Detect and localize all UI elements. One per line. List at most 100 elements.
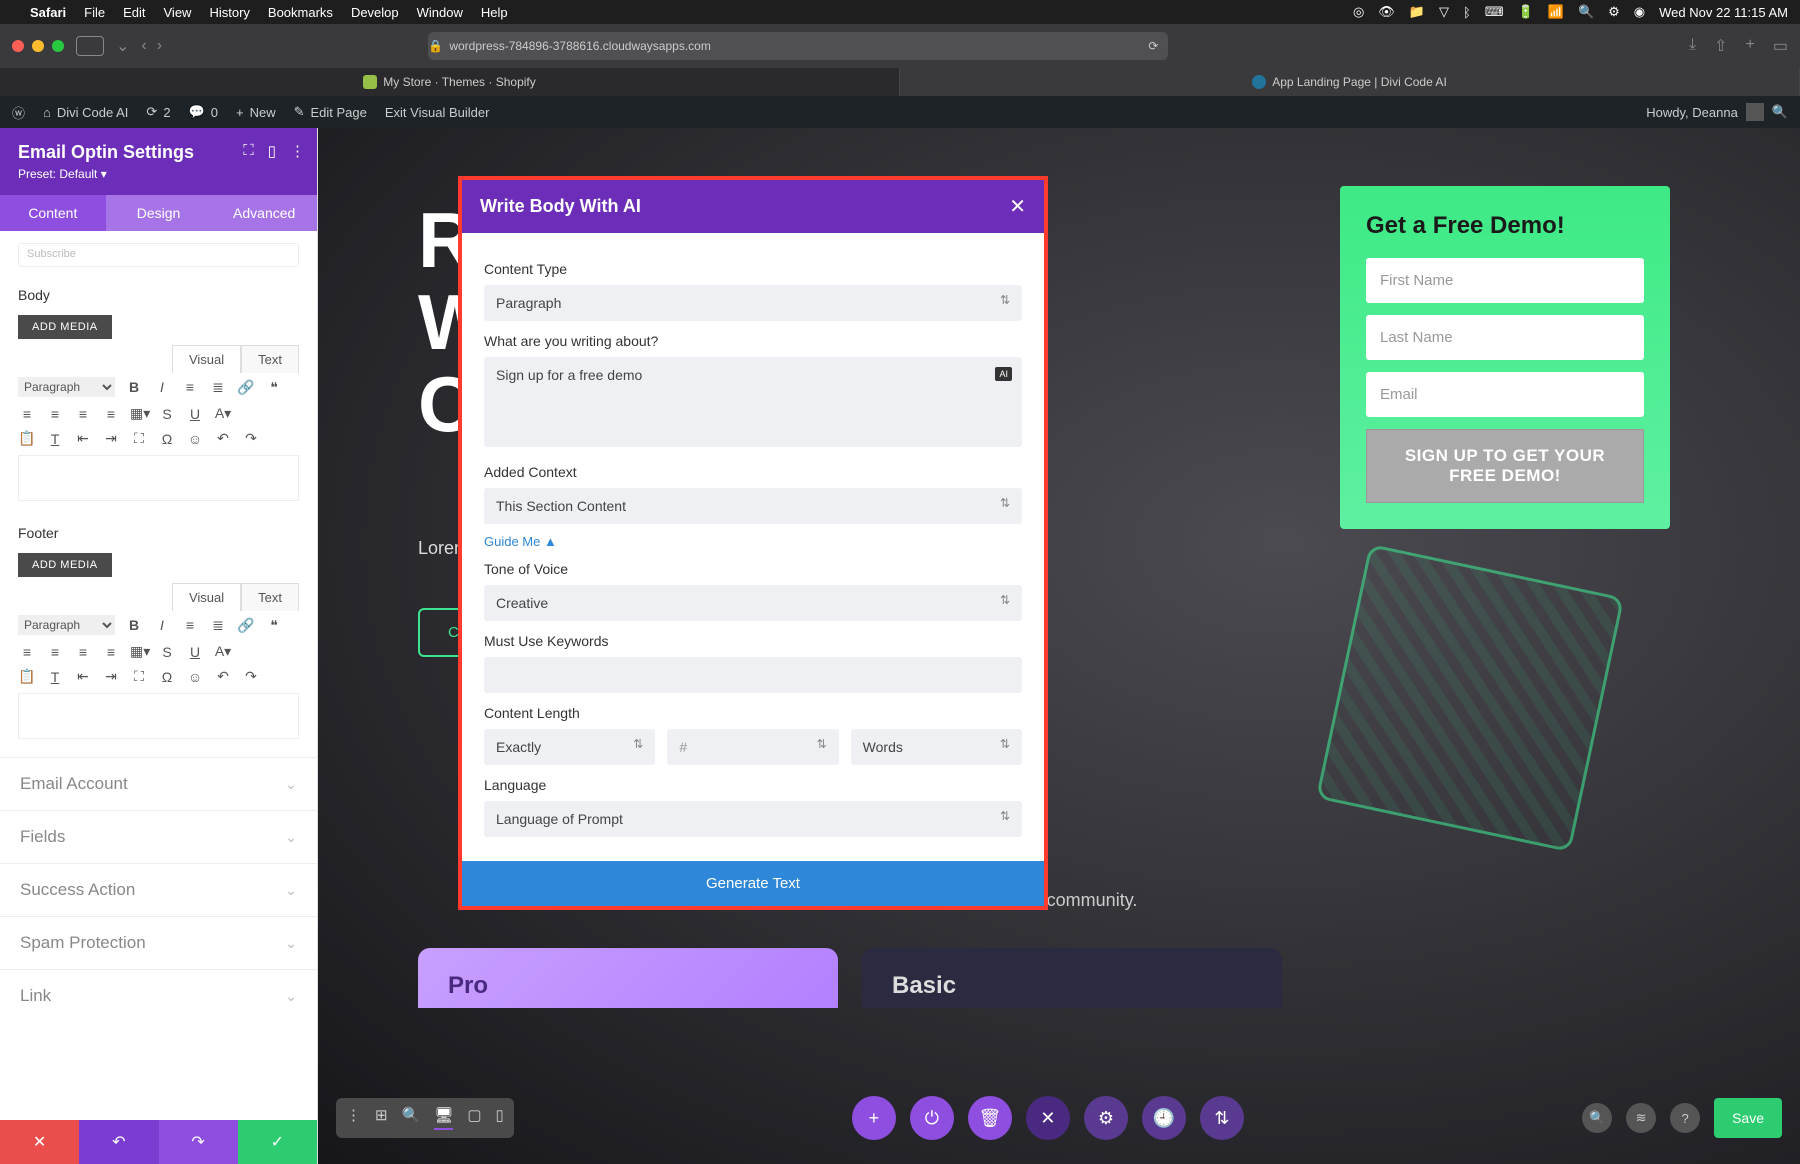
back-button[interactable]: ‹	[141, 37, 146, 55]
accordion-spam-protection[interactable]: Spam Protection⌄	[0, 916, 317, 969]
ai-badge-icon[interactable]: AI	[995, 367, 1012, 381]
link-icon[interactable]: 🔗	[237, 379, 255, 396]
table-icon[interactable]: ▦▾	[130, 405, 148, 422]
battery-icon[interactable]: 🔋	[1518, 4, 1534, 20]
reload-icon[interactable]: ⟳	[1148, 39, 1158, 53]
accordion-fields[interactable]: Fields⌄	[0, 810, 317, 863]
align-justify-icon[interactable]: ≡	[102, 644, 120, 660]
guide-me-toggle[interactable]: Guide Me ▲	[484, 534, 1022, 549]
chevron-down-icon[interactable]: ⌄	[116, 36, 129, 56]
menu-icon[interactable]: ⋮	[346, 1106, 361, 1130]
omega-icon[interactable]: Ω	[158, 431, 176, 447]
context-select[interactable]: This Section Content	[484, 488, 1022, 524]
length-mode-select[interactable]: Exactly	[484, 729, 655, 765]
menu-bookmarks[interactable]: Bookmarks	[268, 5, 333, 20]
download-icon[interactable]: ⤓	[1689, 36, 1696, 56]
table-icon[interactable]: ▦▾	[130, 643, 148, 660]
sidebar-toggle-icon[interactable]	[76, 36, 104, 56]
signup-button[interactable]: SIGN UP TO GET YOUR FREE DEMO!	[1366, 429, 1644, 503]
align-right-icon[interactable]: ≡	[74, 406, 92, 422]
align-center-icon[interactable]: ≡	[46, 644, 64, 660]
text-color-icon[interactable]: A▾	[214, 405, 232, 422]
underline-icon[interactable]: U	[186, 644, 204, 660]
status-icon[interactable]: ◎	[1353, 4, 1364, 20]
tabs-icon[interactable]: ▭	[1773, 36, 1788, 56]
menu-file[interactable]: File	[84, 5, 105, 20]
align-left-icon[interactable]: ≡	[18, 406, 36, 422]
power-button[interactable]: ⏻	[910, 1096, 954, 1140]
menu-history[interactable]: History	[209, 5, 249, 20]
minimize-window-icon[interactable]	[32, 40, 44, 52]
ol-icon[interactable]: ≣	[209, 379, 227, 396]
ul-icon[interactable]: ≡	[181, 379, 199, 395]
add-media-button[interactable]: ADD MEDIA	[18, 315, 112, 339]
confirm-button[interactable]: ✓	[238, 1120, 317, 1164]
italic-icon[interactable]: I	[153, 379, 171, 395]
about-textarea[interactable]	[484, 357, 1022, 447]
comments-count[interactable]: 💬 0	[189, 104, 218, 120]
paragraph-select[interactable]: Paragraph	[18, 377, 115, 397]
length-number-input[interactable]	[667, 729, 838, 765]
settings-gear-button[interactable]: ⚙	[1084, 1096, 1128, 1140]
accordion-success-action[interactable]: Success Action⌄	[0, 863, 317, 916]
menu-help[interactable]: Help	[481, 5, 508, 20]
ol-icon[interactable]: ≣	[209, 617, 227, 634]
folder-icon[interactable]: 📁	[1409, 4, 1425, 20]
subscribe-field[interactable]: Subscribe	[18, 243, 299, 267]
close-icon[interactable]: ✕	[1009, 194, 1026, 219]
fullscreen-icon[interactable]: ⛶	[130, 668, 148, 685]
emoji-icon[interactable]: ☺	[186, 669, 204, 685]
editor-text-tab[interactable]: Text	[241, 583, 299, 611]
paste-icon[interactable]: 📋	[18, 668, 36, 685]
link-icon[interactable]: 🔗	[237, 617, 255, 634]
delete-button[interactable]: 🗑	[968, 1096, 1012, 1140]
strike-icon[interactable]: S	[158, 406, 176, 422]
quote-icon[interactable]: ❝	[265, 617, 283, 634]
siri-icon[interactable]: ◉	[1634, 4, 1645, 20]
expand-icon[interactable]: ⛶	[243, 142, 254, 160]
omega-icon[interactable]: Ω	[158, 669, 176, 685]
tab-content[interactable]: Content	[0, 195, 106, 231]
fullscreen-window-icon[interactable]	[52, 40, 64, 52]
control-center-icon[interactable]: ⚙	[1608, 4, 1620, 20]
spotlight-icon[interactable]: 🔍	[1578, 4, 1594, 20]
emoji-icon[interactable]: ☺	[186, 431, 204, 447]
align-left-icon[interactable]: ≡	[18, 644, 36, 660]
status-icon[interactable]: 👁	[1378, 4, 1395, 20]
airdrop-icon[interactable]: ▽	[1439, 4, 1449, 20]
exit-builder-link[interactable]: Exit Visual Builder	[385, 105, 490, 120]
wireframe-icon[interactable]: ⊞	[375, 1106, 388, 1130]
basic-plan-card[interactable]: Basic	[862, 948, 1282, 1008]
generate-text-button[interactable]: Generate Text	[462, 861, 1044, 906]
zoom-icon[interactable]: 🔍	[402, 1106, 421, 1130]
last-name-input[interactable]	[1366, 315, 1644, 360]
tone-select[interactable]: Creative	[484, 585, 1022, 621]
mobile-view-icon[interactable]: ▯	[496, 1106, 504, 1130]
indent-icon[interactable]: ⇥	[102, 430, 120, 447]
language-select[interactable]: Language of Prompt	[484, 801, 1022, 837]
window-controls[interactable]	[12, 40, 64, 52]
close-builder-button[interactable]: ✕	[1026, 1096, 1070, 1140]
body-editor[interactable]	[18, 455, 299, 501]
redo-button[interactable]: ↷	[159, 1120, 238, 1164]
add-media-button[interactable]: ADD MEDIA	[18, 553, 112, 577]
indent-icon[interactable]: ⇥	[102, 668, 120, 685]
footer-editor[interactable]	[18, 693, 299, 739]
responsive-icon[interactable]: ▯	[268, 142, 276, 160]
howdy-text[interactable]: Howdy, Deanna	[1646, 105, 1738, 120]
outdent-icon[interactable]: ⇤	[74, 668, 92, 685]
underline-icon[interactable]: U	[186, 406, 204, 422]
address-bar[interactable]: 🔒 wordpress-784896-3788616.cloudwaysapps…	[428, 32, 1168, 60]
align-justify-icon[interactable]: ≡	[102, 406, 120, 422]
pro-plan-card[interactable]: Pro	[418, 948, 838, 1008]
redo-icon[interactable]: ↷	[242, 430, 260, 447]
align-center-icon[interactable]: ≡	[46, 406, 64, 422]
edit-page-link[interactable]: ✎ Edit Page	[294, 104, 367, 120]
redo-icon[interactable]: ↷	[242, 668, 260, 685]
tablet-view-icon[interactable]: ▢	[467, 1106, 481, 1130]
close-window-icon[interactable]	[12, 40, 24, 52]
share-icon[interactable]: ⇧	[1714, 36, 1727, 56]
app-name[interactable]: Safari	[30, 5, 66, 20]
tab-advanced[interactable]: Advanced	[211, 195, 317, 231]
content-type-select[interactable]: Paragraph	[484, 285, 1022, 321]
